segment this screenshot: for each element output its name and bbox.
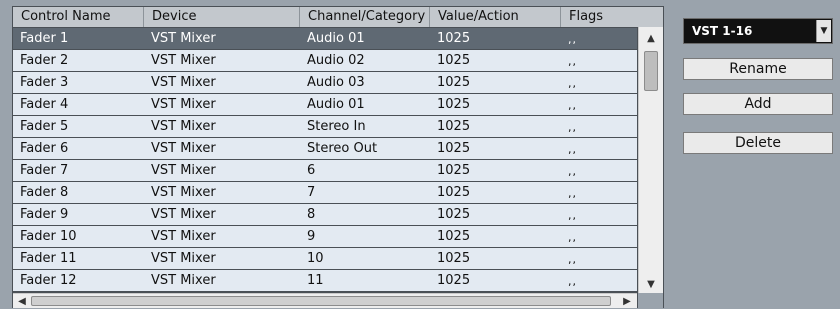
cell-value-action: 1025 bbox=[437, 31, 471, 46]
cell-channel-category: 10 bbox=[307, 251, 324, 266]
table-body: Fader 1 VST Mixer Audio 01 1025,, Fader 2 VST… bbox=[13, 27, 637, 293]
cell-control-name: Fader 10 bbox=[20, 229, 77, 244]
cell-device: VST Mixer bbox=[151, 53, 216, 68]
cell-value-action: 1025 bbox=[437, 185, 471, 200]
rename-button[interactable]: Rename bbox=[683, 58, 833, 80]
table-row[interactable]: Fader 7 VST Mixer 6 1025,, bbox=[13, 160, 637, 181]
cell-flags: ,, bbox=[568, 187, 577, 200]
cell-channel-category: Audio 03 bbox=[307, 75, 365, 90]
cell-device: VST Mixer bbox=[151, 75, 216, 90]
bank-select-value: VST 1-16 bbox=[692, 24, 753, 38]
delete-button[interactable]: Delete bbox=[683, 132, 833, 154]
cell-value-action: 1025 bbox=[437, 273, 471, 288]
cell-control-name: Fader 1 bbox=[20, 31, 69, 46]
cell-control-name: Fader 2 bbox=[20, 53, 69, 68]
cell-device: VST Mixer bbox=[151, 207, 216, 222]
vertical-scrollbar[interactable]: ▲ ▼ bbox=[638, 27, 663, 293]
table-row[interactable]: Fader 1 VST Mixer Audio 01 1025,, bbox=[13, 28, 637, 49]
cell-flags: ,, bbox=[568, 209, 577, 222]
cell-device: VST Mixer bbox=[151, 229, 216, 244]
cell-control-name: Fader 7 bbox=[20, 163, 69, 178]
chevron-down-icon[interactable]: ▼ bbox=[816, 20, 831, 42]
cell-value-action: 1025 bbox=[437, 207, 471, 222]
cell-device: VST Mixer bbox=[151, 141, 216, 156]
table-row[interactable]: Fader 10 VST Mixer 9 1025,, bbox=[13, 226, 637, 247]
cell-value-action: 1025 bbox=[437, 119, 471, 134]
cell-flags: ,, bbox=[568, 165, 577, 178]
table-row[interactable]: Fader 8 VST Mixer 7 1025,, bbox=[13, 182, 637, 203]
cell-value-action: 1025 bbox=[437, 97, 471, 112]
column-header-value-action[interactable]: Value/Action bbox=[430, 7, 561, 27]
cell-flags: ,, bbox=[568, 33, 577, 46]
cell-channel-category: 7 bbox=[307, 185, 316, 200]
cell-control-name: Fader 12 bbox=[20, 273, 77, 288]
cell-flags: ,, bbox=[568, 99, 577, 112]
cell-control-name: Fader 9 bbox=[20, 207, 69, 222]
bank-select-dropdown[interactable]: VST 1-16 ▼ bbox=[683, 18, 833, 44]
cell-flags: ,, bbox=[568, 121, 577, 134]
cell-device: VST Mixer bbox=[151, 185, 216, 200]
column-header-channel-category[interactable]: Channel/Category bbox=[300, 7, 430, 27]
add-button[interactable]: Add bbox=[683, 93, 833, 115]
table-row[interactable]: Fader 9 VST Mixer 8 1025,, bbox=[13, 204, 637, 225]
horizontal-scroll-thumb[interactable] bbox=[31, 296, 611, 306]
cell-device: VST Mixer bbox=[151, 119, 216, 134]
cell-channel-category: 8 bbox=[307, 207, 316, 222]
arrow-up-icon[interactable]: ▲ bbox=[639, 29, 663, 47]
cell-value-action: 1025 bbox=[437, 75, 471, 90]
arrow-left-icon[interactable]: ◀ bbox=[14, 294, 30, 308]
cell-flags: ,, bbox=[568, 77, 577, 90]
table-row[interactable]: Fader 3 VST Mixer Audio 03 1025,, bbox=[13, 72, 637, 93]
cell-value-action: 1025 bbox=[437, 141, 471, 156]
cell-flags: ,, bbox=[568, 253, 577, 266]
cell-device: VST Mixer bbox=[151, 273, 216, 288]
cell-value-action: 1025 bbox=[437, 251, 471, 266]
scrollbar-corner bbox=[638, 293, 663, 308]
cell-control-name: Fader 11 bbox=[20, 251, 77, 266]
table-header: Control Name Device Channel/Category Val… bbox=[13, 7, 663, 27]
cell-device: VST Mixer bbox=[151, 251, 216, 266]
cell-device: VST Mixer bbox=[151, 97, 216, 112]
column-header-control-name[interactable]: Control Name bbox=[13, 7, 144, 27]
table-row[interactable]: Fader 6 VST Mixer Stereo Out 1025,, bbox=[13, 138, 637, 159]
table-row[interactable]: Fader 11 VST Mixer 10 1025,, bbox=[13, 248, 637, 269]
vertical-scroll-thumb[interactable] bbox=[644, 51, 658, 91]
cell-control-name: Fader 4 bbox=[20, 97, 69, 112]
cell-flags: ,, bbox=[568, 275, 577, 288]
cell-device: VST Mixer bbox=[151, 31, 216, 46]
cell-channel-category: 6 bbox=[307, 163, 316, 178]
column-header-flags[interactable]: Flags bbox=[561, 7, 663, 27]
table-row[interactable]: Fader 12 VST Mixer 11 1025,, bbox=[13, 270, 637, 291]
cell-channel-category: Stereo In bbox=[307, 119, 366, 134]
cell-channel-category: 9 bbox=[307, 229, 316, 244]
cell-device: VST Mixer bbox=[151, 163, 216, 178]
arrow-right-icon[interactable]: ▶ bbox=[619, 294, 635, 308]
cell-value-action: 1025 bbox=[437, 53, 471, 68]
cell-channel-category: Audio 01 bbox=[307, 31, 365, 46]
column-header-device[interactable]: Device bbox=[144, 7, 300, 27]
cell-control-name: Fader 3 bbox=[20, 75, 69, 90]
cell-channel-category: Audio 01 bbox=[307, 97, 365, 112]
cell-channel-category: Audio 02 bbox=[307, 53, 365, 68]
table-row[interactable]: Fader 5 VST Mixer Stereo In 1025,, bbox=[13, 116, 637, 137]
cell-flags: ,, bbox=[568, 55, 577, 68]
arrow-down-icon[interactable]: ▼ bbox=[639, 275, 663, 293]
horizontal-scrollbar[interactable]: ◀ ▶ bbox=[13, 293, 637, 308]
table-row[interactable]: Fader 2 VST Mixer Audio 02 1025,, bbox=[13, 50, 637, 71]
cell-value-action: 1025 bbox=[437, 163, 471, 178]
cell-control-name: Fader 8 bbox=[20, 185, 69, 200]
cell-channel-category: 11 bbox=[307, 273, 324, 288]
table-row[interactable]: Fader 4 VST Mixer Audio 01 1025,, bbox=[13, 94, 637, 115]
cell-value-action: 1025 bbox=[437, 229, 471, 244]
cell-flags: ,, bbox=[568, 231, 577, 244]
cell-control-name: Fader 5 bbox=[20, 119, 69, 134]
cell-channel-category: Stereo Out bbox=[307, 141, 378, 156]
cell-flags: ,, bbox=[568, 143, 577, 156]
cell-control-name: Fader 6 bbox=[20, 141, 69, 156]
